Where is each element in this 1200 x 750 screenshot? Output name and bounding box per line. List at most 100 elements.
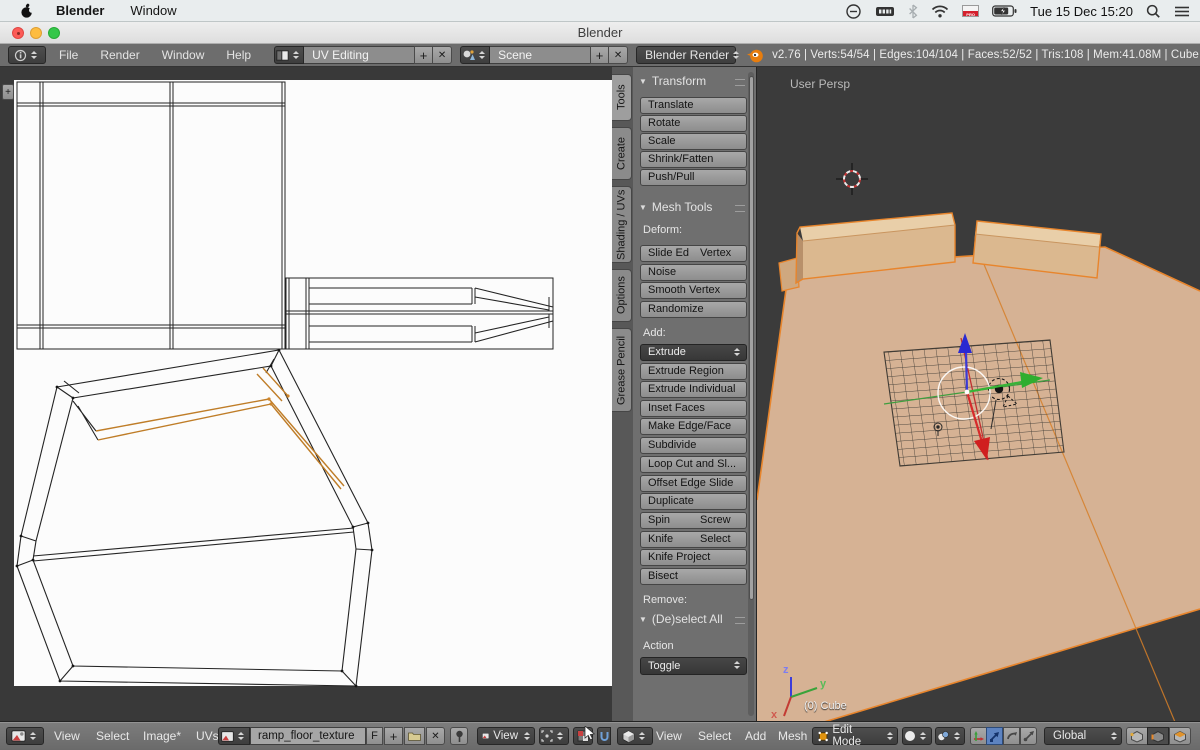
- tab-tools[interactable]: Tools: [612, 74, 632, 121]
- edge-select-mode-button[interactable]: [1147, 727, 1169, 745]
- noise-button[interactable]: Noise: [640, 264, 747, 281]
- delete-layout-button[interactable]: ✕: [433, 46, 452, 64]
- tab-create[interactable]: Create: [612, 127, 632, 180]
- 3d-viewport-canvas[interactable]: [757, 67, 1200, 722]
- header-menu-window[interactable]: Window: [151, 48, 216, 62]
- mode-dropdown[interactable]: Edit Mode: [812, 727, 898, 745]
- inset-faces-button[interactable]: Inset Faces: [640, 400, 747, 417]
- fake-user-button[interactable]: F: [366, 727, 383, 745]
- uv-menu-uvs[interactable]: UVs: [196, 729, 219, 743]
- extrude-individual-button[interactable]: Extrude Individual: [640, 381, 747, 398]
- face-select-mode-button[interactable]: [1169, 727, 1191, 745]
- tab-shading-uvs[interactable]: Shading / UVs: [612, 186, 632, 263]
- loop-cut-button[interactable]: Loop Cut and Sl...: [640, 456, 747, 473]
- uv-menu-select[interactable]: Select: [96, 729, 129, 743]
- panel-grip-icon[interactable]: [735, 205, 745, 212]
- rotate-button[interactable]: Rotate: [640, 115, 747, 132]
- uv-editor-canvas[interactable]: [0, 67, 612, 722]
- viewport-editor-type-button[interactable]: [617, 727, 653, 745]
- screw-button[interactable]: Screw: [693, 512, 747, 529]
- window-titlebar[interactable]: Blender: [0, 22, 1200, 44]
- offset-edge-slide-button[interactable]: Offset Edge Slide: [640, 475, 747, 492]
- view3d-menu-view[interactable]: View: [656, 729, 682, 743]
- tab-options[interactable]: Options: [612, 269, 632, 322]
- panel-grip-icon[interactable]: [735, 79, 745, 86]
- knife-select-button[interactable]: Select: [693, 531, 747, 548]
- make-edge-face-button[interactable]: Make Edge/Face: [640, 418, 747, 435]
- region-expand-button[interactable]: +: [2, 84, 14, 100]
- image-datablock-icon-button[interactable]: [218, 727, 250, 745]
- pin-button[interactable]: [450, 727, 468, 745]
- action-toggle-dropdown[interactable]: Toggle: [640, 657, 747, 675]
- view3d-menu-add[interactable]: Add: [745, 729, 766, 743]
- header-menu-render[interactable]: Render: [89, 48, 150, 62]
- scrollbar-thumb[interactable]: [749, 76, 754, 600]
- screen-layout-name-field[interactable]: UV Editing: [304, 46, 414, 64]
- tab-grease-pencil[interactable]: Grease Pencil: [612, 328, 632, 412]
- menubar-clock[interactable]: Tue 15 Dec 15:20: [1030, 4, 1133, 19]
- snap-toggle-button[interactable]: [597, 727, 611, 745]
- shrink-fatten-button[interactable]: Shrink/Fatten: [640, 151, 747, 168]
- uv-menu-view[interactable]: View: [54, 729, 80, 743]
- battery-charging-icon[interactable]: [992, 5, 1017, 17]
- notification-center-icon[interactable]: [1174, 5, 1190, 18]
- duplicate-button[interactable]: Duplicate: [640, 493, 747, 510]
- transform-orientation-dropdown[interactable]: Global: [1044, 727, 1122, 745]
- extrude-dropdown[interactable]: Extrude: [640, 344, 747, 361]
- wifi-icon[interactable]: [931, 5, 949, 18]
- bisect-button[interactable]: Bisect: [640, 568, 747, 585]
- manipulator-rotate-button[interactable]: [1003, 727, 1020, 745]
- spin-button[interactable]: Spin: [640, 512, 694, 529]
- knife-button[interactable]: Knife: [640, 531, 694, 548]
- unlink-image-button[interactable]: ✕: [426, 727, 445, 745]
- view3d-menu-mesh[interactable]: Mesh: [778, 729, 807, 743]
- randomize-button[interactable]: Randomize: [640, 301, 747, 318]
- add-layout-button[interactable]: +: [414, 46, 433, 64]
- apple-menu[interactable]: [20, 3, 34, 19]
- panel-header-deselect-all[interactable]: ▼(De)select All: [639, 612, 723, 626]
- knife-project-button[interactable]: Knife Project: [640, 549, 747, 566]
- delete-scene-button[interactable]: ✕: [609, 46, 628, 64]
- uv-pivot-dropdown[interactable]: [539, 727, 569, 745]
- panel-header-mesh-tools[interactable]: ▼Mesh Tools: [639, 200, 712, 214]
- manipulator-toggle-button[interactable]: [970, 727, 987, 745]
- new-image-button[interactable]: +: [384, 727, 403, 745]
- keyboard-icon[interactable]: [875, 5, 895, 18]
- panel-header-transform[interactable]: ▼Transform: [639, 74, 706, 88]
- input-source-flag-icon[interactable]: PRO: [962, 5, 979, 17]
- scene-name-field[interactable]: Scene: [490, 46, 590, 64]
- vertex-slide-button[interactable]: Vertex: [693, 245, 747, 262]
- image-name-field[interactable]: ramp_floor_texture: [250, 727, 366, 745]
- subdivide-button[interactable]: Subdivide: [640, 437, 747, 454]
- viewport-shading-dropdown[interactable]: [902, 727, 932, 745]
- add-scene-button[interactable]: +: [590, 46, 609, 64]
- header-menu-help[interactable]: Help: [215, 48, 262, 62]
- do-not-disturb-icon[interactable]: [845, 3, 862, 20]
- extrude-region-button[interactable]: Extrude Region: [640, 363, 747, 380]
- open-image-button[interactable]: [404, 727, 425, 745]
- translate-button[interactable]: Translate: [640, 97, 747, 114]
- bluetooth-icon[interactable]: [908, 4, 918, 19]
- slide-edge-button[interactable]: Slide Ed: [640, 245, 694, 262]
- scale-button[interactable]: Scale: [640, 133, 747, 150]
- panel-grip-icon[interactable]: [735, 617, 745, 624]
- pivot-point-dropdown[interactable]: [935, 727, 965, 745]
- view3d-menu-select[interactable]: Select: [698, 729, 731, 743]
- menubar-app-name[interactable]: Blender: [56, 3, 104, 18]
- display-channel-dropdown[interactable]: View: [477, 727, 535, 745]
- manipulator-scale-button[interactable]: [1020, 727, 1037, 745]
- uv-editor-type-button[interactable]: [6, 727, 44, 745]
- header-menu-file[interactable]: File: [48, 48, 89, 62]
- vertex-select-mode-button[interactable]: [1126, 727, 1148, 745]
- editor-type-button[interactable]: [8, 46, 46, 64]
- push-pull-button[interactable]: Push/Pull: [640, 169, 747, 186]
- screen-layout-selector-icon-button[interactable]: [274, 46, 304, 64]
- uv-menu-image[interactable]: Image*: [143, 729, 181, 743]
- render-engine-dropdown[interactable]: Blender Render: [636, 46, 736, 64]
- manipulator-translate-button[interactable]: [986, 727, 1003, 745]
- smooth-vertex-button[interactable]: Smooth Vertex: [640, 282, 747, 299]
- menubar-item-window[interactable]: Window: [130, 3, 176, 18]
- spotlight-icon[interactable]: [1146, 4, 1161, 19]
- tool-shelf-scrollbar[interactable]: [748, 72, 754, 716]
- scene-selector-icon-button[interactable]: [460, 46, 490, 64]
